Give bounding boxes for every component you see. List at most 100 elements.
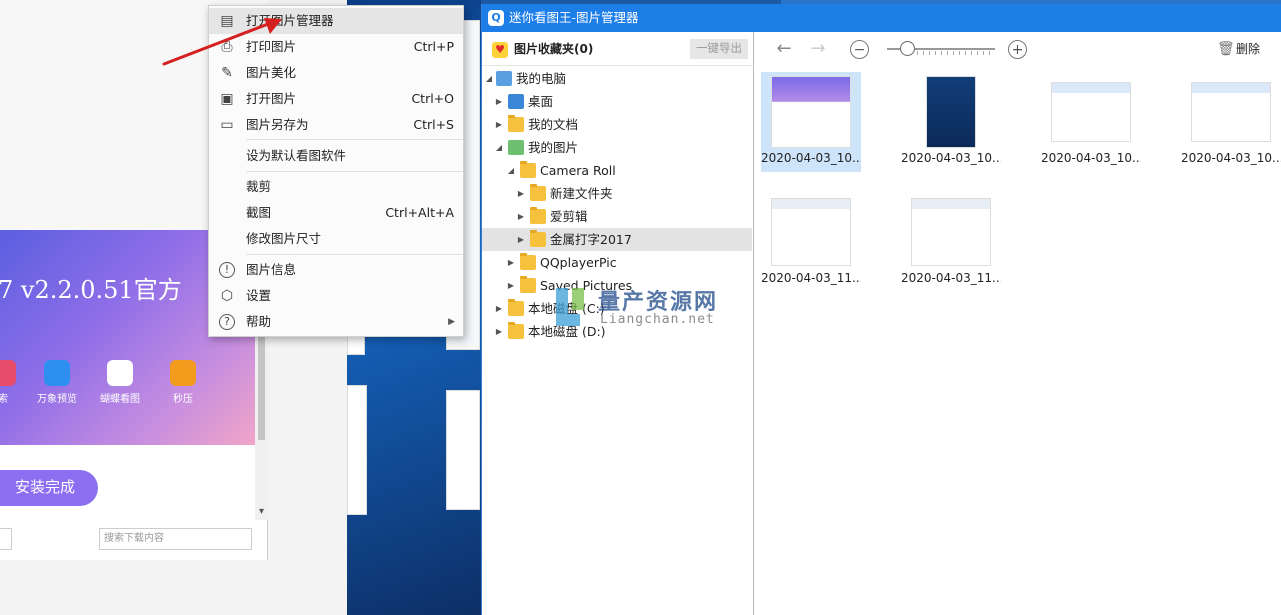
favorites-label[interactable]: 图片收藏夹(0): [514, 32, 593, 66]
scroll-down-icon[interactable]: ▾: [255, 505, 268, 519]
folder-icon: [530, 207, 546, 224]
thumbnail-image: [911, 198, 991, 266]
tree-item-pictures[interactable]: ◢ 我的图片: [482, 136, 752, 159]
folder-icon: [520, 161, 536, 178]
tree-item-label: 金属打字2017: [550, 232, 632, 247]
app-label: 秒压: [173, 394, 193, 405]
menu-separator: [246, 254, 463, 255]
tree-item-metal-typing[interactable]: ▶ 金属打字2017: [482, 228, 752, 251]
help-icon: ?: [219, 314, 235, 330]
collapse-icon[interactable]: ◢: [494, 136, 504, 159]
tree-item-label: 我的文档: [528, 117, 579, 132]
image-toolbar: ← → − + 🗑 删除: [755, 32, 1281, 66]
app-icon: [44, 360, 70, 386]
menu-item-crop[interactable]: 裁剪: [209, 174, 463, 200]
menu-item-shortcut: Ctrl+P: [413, 39, 454, 54]
thumbnail-image: [771, 198, 851, 266]
expand-icon[interactable]: ▶: [494, 90, 504, 113]
expand-icon[interactable]: ▶: [494, 320, 504, 343]
tree-item-label: 我的图片: [528, 140, 579, 155]
tree-item-aijianji[interactable]: ▶ 爱剪辑: [482, 205, 752, 228]
app-label: 万象预览: [37, 394, 77, 405]
thumbnail-item[interactable]: 2020-04-03_10...: [1181, 72, 1281, 172]
zoom-slider-thumb[interactable]: [900, 41, 915, 56]
installer-app[interactable]: 秒压: [158, 360, 208, 405]
thumbnail-item[interactable]: 2020-04-03_10...: [901, 72, 1001, 172]
tree-item-desktop[interactable]: ▶ 桌面: [482, 90, 752, 113]
zoom-in-icon[interactable]: +: [1008, 40, 1027, 59]
thumbnail-image: [1051, 82, 1131, 142]
tree-item-label: 桌面: [528, 94, 554, 109]
zoom-slider-ticks: [905, 51, 995, 55]
menu-item-label: 设置: [246, 288, 272, 303]
back-arrow-icon[interactable]: ←: [773, 38, 795, 60]
tree-item-label: 我的电脑: [516, 71, 567, 86]
installer-app-list: 索 万象预览 蝴蝶看图 秒压: [0, 360, 255, 410]
thumbnail-item[interactable]: 2020-04-03_11...: [901, 192, 1001, 292]
tree-item-label: 新建文件夹: [550, 186, 613, 201]
installer-input[interactable]: [0, 528, 12, 550]
menu-item-label: 设为默认看图软件: [246, 148, 347, 163]
tree-item-my-computer[interactable]: ◢ 我的电脑: [482, 67, 752, 90]
info-icon: !: [219, 262, 235, 278]
expand-icon[interactable]: ▶: [494, 297, 504, 320]
menu-item-label: 裁剪: [246, 179, 272, 194]
trash-icon[interactable]: 🗑: [1217, 41, 1235, 57]
expand-icon[interactable]: ▶: [506, 251, 516, 274]
delete-button[interactable]: 删除: [1236, 32, 1260, 66]
folder-icon: [520, 276, 536, 293]
thumbnail-caption: 2020-04-03_10...: [901, 151, 1001, 165]
thumbnail-item[interactable]: 2020-04-03_10...: [1041, 72, 1141, 172]
menu-item-label: 修改图片尺寸: [246, 231, 322, 246]
tree-item-new-folder[interactable]: ▶ 新建文件夹: [482, 182, 752, 205]
installer-search-input[interactable]: 搜索下载内容: [99, 528, 252, 550]
pictures-folder-icon: [508, 140, 524, 155]
tree-item-camera-roll[interactable]: ◢ Camera Roll: [482, 159, 752, 182]
export-button[interactable]: 一键导出: [690, 39, 748, 59]
thumbnail-caption: 2020-04-03_10...: [1181, 151, 1281, 165]
folder-icon: [520, 253, 536, 270]
menu-item-help[interactable]: ? 帮助 ▶: [209, 309, 463, 335]
compress-icon: [170, 360, 196, 386]
collapse-icon[interactable]: ◢: [506, 159, 516, 182]
submenu-arrow-icon: ▶: [448, 317, 455, 327]
zoom-out-icon[interactable]: −: [850, 40, 869, 59]
installer-app[interactable]: 蝴蝶看图: [95, 360, 145, 405]
installer-app[interactable]: 索: [0, 360, 28, 405]
forward-arrow-icon[interactable]: →: [807, 38, 829, 60]
app-icon: [0, 360, 16, 386]
tree-item-qqplayerpic[interactable]: ▶ QQplayerPic: [482, 251, 752, 274]
menu-item-screenshot[interactable]: 截图 Ctrl+Alt+A: [209, 200, 463, 226]
menu-item-label: 图片信息: [246, 262, 297, 277]
thumbnail-panel: ← → − + 🗑 删除 2020-04-03_10... 2020-04-03…: [755, 32, 1281, 615]
image-icon: ▣: [220, 91, 234, 107]
menu-item-save-as[interactable]: ▭ 图片另存为 Ctrl+S: [209, 112, 463, 138]
watermark-logo: [556, 288, 584, 326]
expand-icon[interactable]: ▶: [516, 182, 526, 205]
menu-item-info[interactable]: ! 图片信息: [209, 257, 463, 283]
collapse-icon[interactable]: ◢: [484, 67, 494, 90]
menu-item-open-image[interactable]: ▣ 打开图片 Ctrl+O: [209, 86, 463, 112]
thumbnail-item[interactable]: 2020-04-03_11...: [761, 192, 861, 292]
menu-separator: [246, 171, 463, 172]
folder-icon: [508, 115, 524, 132]
menu-item-resize[interactable]: 修改图片尺寸: [209, 226, 463, 252]
installer-app[interactable]: 万象预览: [32, 360, 82, 405]
expand-icon[interactable]: ▶: [516, 228, 526, 251]
expand-icon[interactable]: ▶: [506, 274, 516, 297]
thumbnail-caption: 2020-04-03_11...: [901, 271, 1001, 285]
menu-item-set-default[interactable]: 设为默认看图软件: [209, 143, 463, 169]
expand-icon[interactable]: ▶: [516, 205, 526, 228]
thumbnail-image: [771, 76, 851, 148]
tree-item-label: QQplayerPic: [540, 255, 617, 270]
install-complete-button[interactable]: 安装完成: [0, 470, 98, 506]
favorites-bar: ♥ 图片收藏夹(0) 一键导出: [482, 32, 754, 66]
folder-icon: [530, 184, 546, 201]
expand-icon[interactable]: ▶: [494, 113, 504, 136]
app-label: 索: [0, 394, 8, 405]
tree-item-documents[interactable]: ▶ 我的文档: [482, 113, 752, 136]
thumbnail-item[interactable]: 2020-04-03_10...: [761, 72, 861, 172]
tree-item-label: Camera Roll: [540, 163, 616, 178]
heart-icon: ♥: [492, 42, 508, 58]
menu-item-settings[interactable]: ⬡ 设置: [209, 283, 463, 309]
